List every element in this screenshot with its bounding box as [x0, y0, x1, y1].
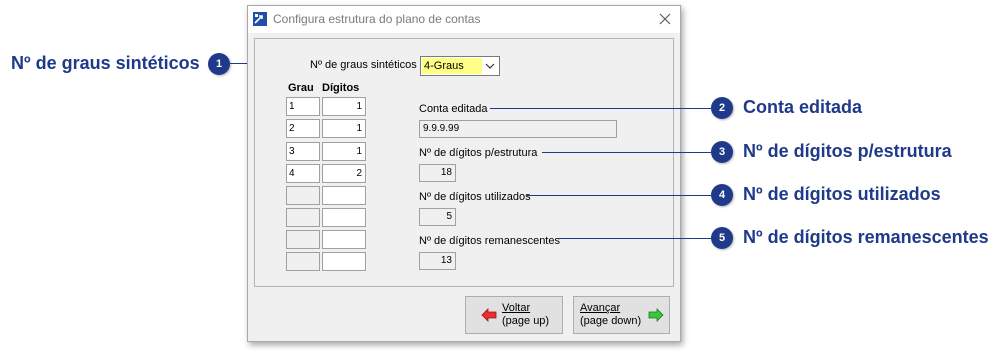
callout-badge-5: 5	[711, 227, 733, 249]
callout-text-4: Nº de dígitos utilizados	[743, 184, 941, 204]
digitos-cell[interactable]	[322, 208, 366, 227]
grid-header-grau: Grau	[288, 82, 314, 94]
voltar-label-line2: (page up)	[502, 315, 550, 327]
digitos-cell[interactable]: 1	[322, 142, 366, 161]
callout-badge-1: 1	[208, 53, 230, 75]
digitos-remanescentes-label: Nº de dígitos remanescentes	[419, 235, 560, 247]
digitos-cell[interactable]: 1	[322, 97, 366, 116]
avancar-label-line2: (page down)	[580, 315, 642, 327]
conta-editada-field: 9.9.9.99	[419, 120, 617, 138]
grau-cell[interactable]: 3	[286, 142, 320, 161]
avancar-label: Avançar (page down)	[580, 302, 641, 328]
avancar-button[interactable]: Avançar (page down)	[573, 296, 670, 334]
digitos-cell[interactable]	[322, 230, 366, 249]
grau-cell[interactable]: 1	[286, 97, 320, 116]
arrow-right-icon	[648, 308, 664, 322]
graus-select[interactable]: 4-Graus	[420, 56, 500, 76]
voltar-label-line1: Voltar	[502, 302, 531, 314]
digitos-cell[interactable]: 2	[322, 164, 366, 183]
callout-line-3	[542, 152, 711, 153]
callout-line-2	[490, 108, 711, 109]
avancar-label-line1: Avançar	[580, 302, 621, 314]
voltar-button[interactable]: Voltar (page up)	[465, 296, 563, 334]
dialog-window: Configura estrutura do plano de contas N…	[247, 5, 681, 342]
callout-line-4	[527, 195, 711, 196]
conta-editada-label: Conta editada	[419, 103, 488, 115]
callout-badge-2: 2	[711, 97, 733, 119]
grau-cell[interactable]	[286, 252, 320, 271]
graus-label: Nº de graus sintéticos	[310, 59, 417, 71]
callout-text-5: Nº de dígitos remanescentes	[743, 227, 989, 247]
digitos-utilizados-field: 5	[419, 208, 456, 226]
grau-cell[interactable]	[286, 230, 320, 249]
grau-cell[interactable]: 2	[286, 119, 320, 138]
chevron-down-icon[interactable]	[485, 62, 495, 70]
window-config-icon	[253, 12, 267, 26]
grau-cell[interactable]: 4	[286, 164, 320, 183]
callout-badge-3: 3	[711, 141, 733, 163]
digitos-cell[interactable]	[322, 186, 366, 205]
title-bar: Configura estrutura do plano de contas	[248, 6, 680, 33]
voltar-label: Voltar (page up)	[502, 302, 549, 328]
callout-text-2: Conta editada	[743, 97, 863, 117]
callout-badge-4: 4	[711, 184, 733, 206]
arrow-left-icon	[481, 308, 497, 322]
digitos-estrutura-field: 18	[419, 164, 456, 182]
graus-select-value: 4-Graus	[422, 58, 482, 74]
close-icon[interactable]	[656, 10, 674, 28]
callout-text-1: Nº de graus sintéticos	[11, 53, 200, 73]
grid-header-digitos: Dígitos	[322, 82, 360, 94]
digitos-estrutura-label: Nº de dígitos p/estrutura	[419, 147, 538, 159]
grau-cell[interactable]	[286, 186, 320, 205]
grau-cell[interactable]	[286, 208, 320, 227]
callout-text-3: Nº de dígitos p/estrutura	[743, 141, 952, 161]
digitos-utilizados-label: Nº de dígitos utilizados	[419, 191, 531, 203]
digitos-cell[interactable]: 1	[322, 119, 366, 138]
window-title: Configura estrutura do plano de contas	[273, 12, 481, 26]
digitos-cell[interactable]	[322, 252, 366, 271]
callout-line-5	[558, 238, 711, 239]
digitos-remanescentes-field: 13	[419, 252, 456, 270]
